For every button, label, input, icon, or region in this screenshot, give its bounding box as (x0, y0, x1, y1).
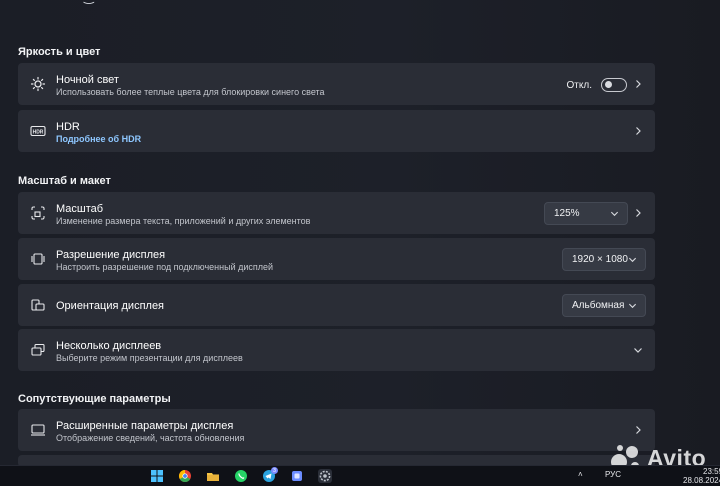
keyboard-language[interactable]: РУС (605, 470, 621, 479)
chevron-right-icon[interactable] (633, 126, 643, 136)
taskbar: 3 ˄ РУС 23:59 28.08.2024 (0, 465, 720, 486)
scale-value: 125% (554, 208, 580, 219)
resolution-card[interactable]: Разрешение дисплея Настроить разрешение … (18, 238, 655, 280)
night-light-card[interactable]: Ночной свет Использовать более теплые цв… (18, 63, 655, 105)
multiple-displays-icon (30, 342, 46, 358)
chevron-right-icon[interactable] (633, 79, 643, 89)
scale-card[interactable]: Масштаб Изменение размера текста, прилож… (18, 192, 655, 234)
sun-icon (30, 76, 46, 92)
app-icon[interactable] (290, 469, 304, 483)
night-light-toggle-group: Откл. (567, 78, 627, 92)
orientation-value: Альбомная (572, 300, 625, 311)
tray-clock[interactable]: 23:59 28.08.2024 (683, 467, 720, 485)
orientation-card[interactable]: Ориентация дисплея Альбомная (18, 284, 655, 326)
windows-start-icon[interactable] (150, 469, 164, 483)
multiple-displays-subtitle: Выберите режим презентации для дисплеев (56, 353, 243, 363)
hdr-icon: HDR (30, 123, 46, 139)
svg-text:HDR: HDR (33, 129, 44, 135)
multiple-displays-card[interactable]: Несколько дисплеев Выберите режим презен… (18, 329, 655, 371)
resolution-title: Разрешение дисплея (56, 249, 166, 261)
file-explorer-icon[interactable] (206, 469, 220, 483)
telegram-badge: 3 (271, 467, 278, 474)
orientation-dropdown[interactable]: Альбомная (562, 294, 646, 317)
scale-icon (30, 205, 46, 221)
orientation-icon (30, 297, 46, 313)
scale-title: Масштаб (56, 203, 104, 215)
advanced-display-card[interactable]: Расширенные параметры дисплея Отображени… (18, 409, 655, 451)
chevron-right-icon[interactable] (633, 208, 643, 218)
chevron-down-icon[interactable] (633, 345, 643, 355)
settings-icon[interactable] (318, 469, 332, 483)
tray-date: 28.08.2024 (683, 476, 720, 485)
tray-chevron-up-icon[interactable]: ˄ (578, 470, 583, 479)
resolution-dropdown[interactable]: 1920 × 1080 (562, 248, 646, 271)
advanced-display-subtitle: Отображение сведений, частота обновления (56, 433, 245, 443)
section-title-brightness: Яркость и цвет (18, 46, 101, 58)
scale-subtitle: Изменение размера текста, приложений и д… (56, 216, 311, 226)
whatsapp-icon[interactable] (234, 469, 248, 483)
resolution-icon (30, 251, 46, 267)
chrome-icon[interactable] (178, 469, 192, 483)
night-light-toggle-label: Откл. (566, 79, 592, 91)
night-light-toggle[interactable] (601, 78, 627, 92)
night-light-title: Ночной свет (56, 74, 119, 86)
hdr-learn-more-link[interactable]: Подробнее об HDR (56, 134, 141, 144)
resolution-value: 1920 × 1080 (572, 254, 628, 265)
section-title-related: Сопутствующие параметры (18, 393, 171, 405)
monitor-icon (30, 422, 46, 438)
tray-time: 23:59 (703, 467, 720, 476)
advanced-display-title: Расширенные параметры дисплея (56, 420, 234, 432)
night-light-subtitle: Использовать более теплые цвета для блок… (56, 87, 325, 97)
hdr-title: HDR (56, 121, 80, 133)
chevron-right-icon[interactable] (633, 425, 643, 435)
scale-dropdown[interactable]: 125% (544, 202, 628, 225)
toggle-knob (605, 81, 612, 88)
header-fragment: ‿ · (84, 0, 144, 3)
section-title-scale: Масштаб и макет (18, 175, 111, 187)
chevron-down-icon (628, 301, 637, 310)
chevron-down-icon (610, 209, 619, 218)
resolution-subtitle: Настроить разрешение под подключенный ди… (56, 262, 274, 272)
orientation-title: Ориентация дисплея (56, 300, 165, 312)
settings-page: ‿ · Яркость и цвет Ночной свет Использов… (0, 0, 720, 467)
chevron-down-icon (628, 255, 637, 264)
multiple-displays-title: Несколько дисплеев (56, 340, 162, 352)
hdr-card[interactable]: HDR HDR Подробнее об HDR (18, 110, 655, 152)
